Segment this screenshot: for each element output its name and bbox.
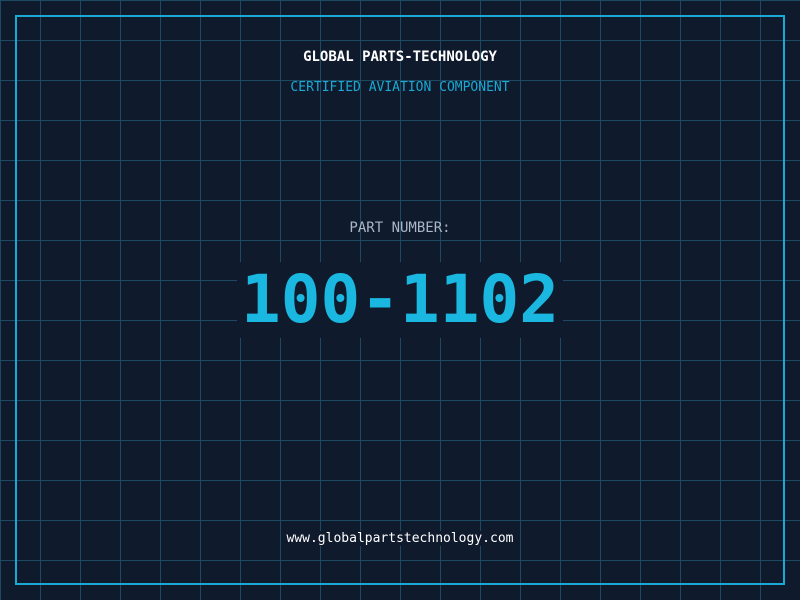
- part-number-label: PART NUMBER:: [349, 220, 451, 236]
- website-url-container: www.globalpartstechnology.com: [0, 531, 800, 546]
- company-name: GLOBAL PARTS-TECHNOLOGY: [303, 49, 497, 65]
- part-number-container: 100-1102: [0, 262, 800, 338]
- certification-subtitle: CERTIFIED AVIATION COMPONENT: [290, 80, 510, 95]
- part-number-value: 100-1102: [237, 262, 563, 338]
- part-label-card: GLOBAL PARTS-TECHNOLOGY CERTIFIED AVIATI…: [0, 0, 800, 600]
- website-url: www.globalpartstechnology.com: [284, 531, 516, 546]
